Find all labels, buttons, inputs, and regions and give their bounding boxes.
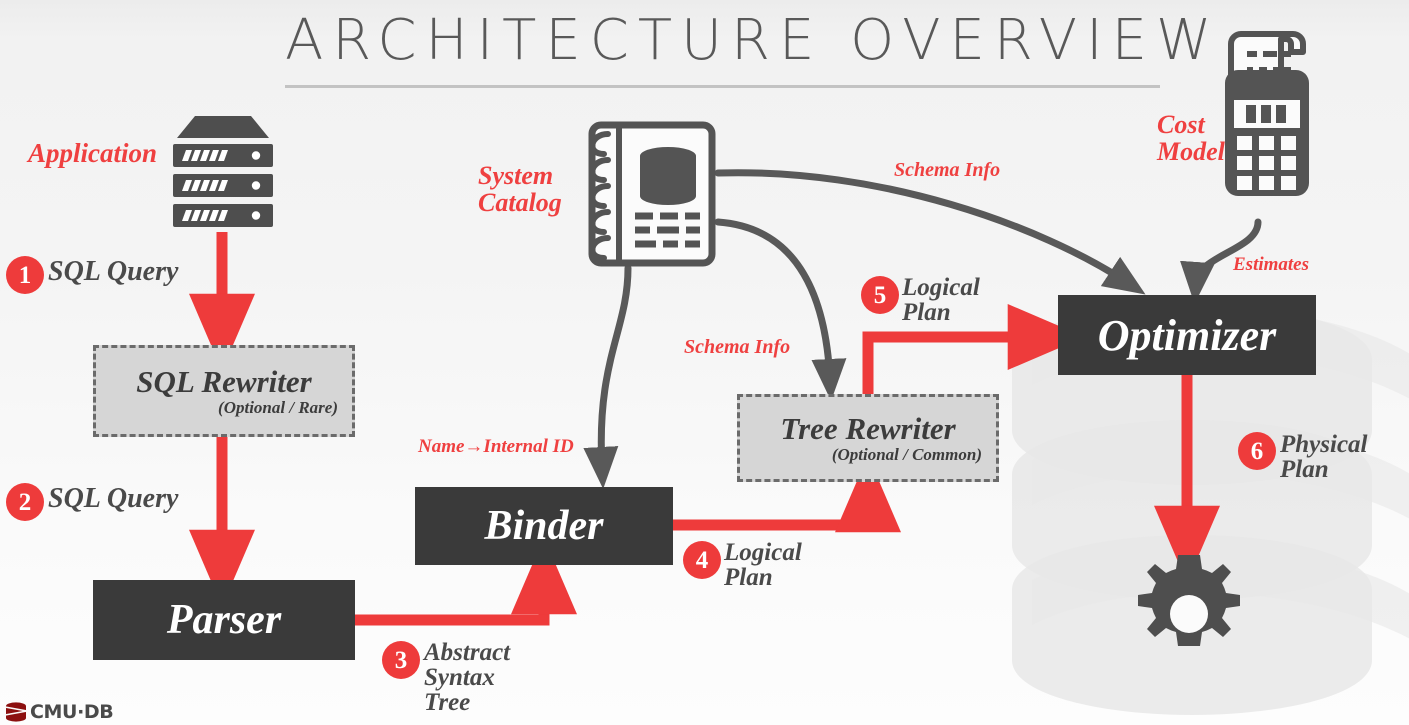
tree-rewriter-title: Tree Rewriter [780,411,956,446]
schema-info-mid-label: Schema Info [684,336,791,358]
calculator-receipt-icon [1225,31,1309,196]
step-label-2: SQL Query [48,483,179,514]
tree-rewriter-node[interactable]: Tree Rewriter (Optional / Common) [737,394,999,482]
step-label-6: Physical Plan [1280,431,1368,483]
step-label-5: Logical Plan [902,274,980,326]
slide-canvas: ARCHITECTURE OVERVIEW SQL Rewriter (Opti… [0,0,1409,725]
arrow-catalog-to-binder [583,264,632,489]
step-badge-1: 1 [6,256,44,294]
application-label: Application [28,138,158,168]
arrow-catalog-to-optimizer [714,169,1146,295]
parser-node[interactable]: Parser [93,580,355,660]
step-label-3: Abstract Syntax Tree [424,639,511,716]
arrow-parser-to-binder [355,537,577,626]
schema-info-top-label: Schema Info [894,159,1001,181]
server-icon [173,116,273,227]
step-badge-6: 6 [1238,432,1276,470]
cmudb-logo[interactable]: CMU·DB [4,700,114,723]
gear-icon [1138,555,1240,646]
tree-rewriter-subtitle: (Optional / Common) [831,445,982,464]
step-badge-4: 4 [683,541,721,579]
page-title: ARCHITECTURE OVERVIEW [285,8,1221,73]
title-block: ARCHITECTURE OVERVIEW [285,8,1221,88]
step-label-1: SQL Query [48,256,179,287]
arrow-treerewriter-to-optimizer [862,304,1085,394]
cost-model-label: Cost Model [1157,110,1225,166]
sql-rewriter-node[interactable]: SQL Rewriter (Optional / Rare) [93,345,355,437]
system-catalog-label: System Catalog [478,161,562,217]
binder-node[interactable]: Binder [415,487,673,565]
optimizer-node[interactable]: Optimizer [1058,295,1316,375]
notebook-database-icon [588,121,716,267]
estimates-label: Estimates [1233,254,1310,275]
title-divider [285,84,1160,88]
cmudb-logo-text: CMU·DB [30,700,114,723]
step-badge-3: 3 [382,641,420,679]
sql-rewriter-title: SQL Rewriter [136,364,312,399]
step-label-4: Logical Plan [724,539,802,591]
step-badge-5: 5 [861,276,899,314]
arrow-binder-to-treerewriter [673,455,901,533]
name-internal-id-label: Name→Internal ID [418,436,574,457]
step-badge-2: 2 [6,483,44,521]
sql-rewriter-subtitle: (Optional / Rare) [218,398,338,417]
cmudb-database-logo-icon [4,702,28,722]
